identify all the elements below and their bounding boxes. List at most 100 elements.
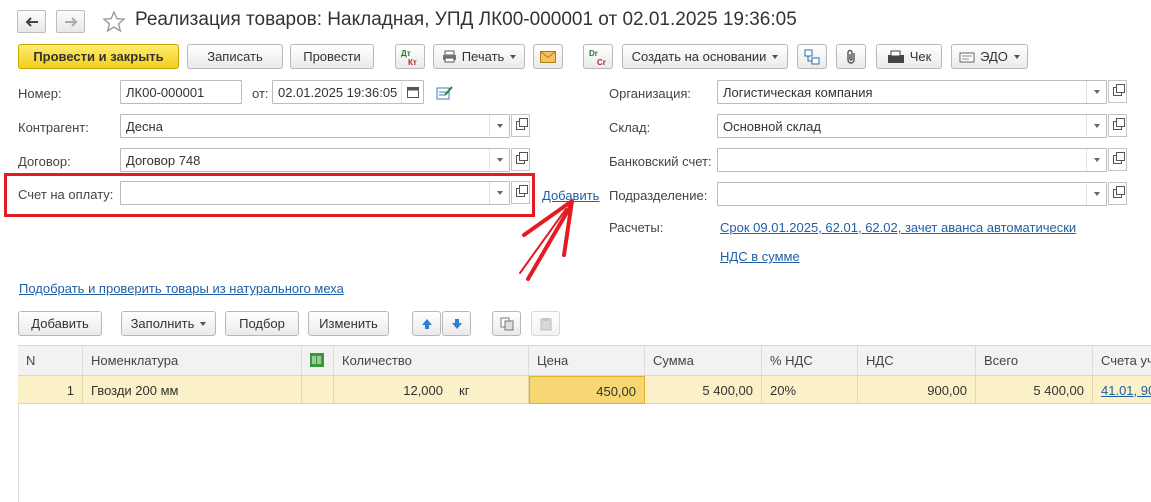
dt-kt-icon: Дт Кт [401,49,417,66]
contract-open-button[interactable] [511,148,530,171]
division-field[interactable] [717,182,1107,206]
check-button[interactable]: Чек [876,44,942,69]
copy-rows-button[interactable] [492,311,521,336]
bank-account-dropdown[interactable] [1086,149,1106,171]
move-up-button[interactable] [412,311,441,336]
number-field[interactable]: ЛК00-000001 [120,80,242,104]
arrow-up-icon [421,318,432,329]
selection-button[interactable]: Подбор [225,311,299,336]
col-price[interactable]: Цена [529,345,645,376]
bank-account-open-button[interactable] [1108,148,1127,171]
calendar-icon [406,87,419,98]
pick-fur-goods-link[interactable]: Подобрать и проверить товары из натураль… [19,281,344,296]
organization-field[interactable]: Логистическая компания [717,80,1107,104]
division-open-button[interactable] [1108,182,1127,205]
date-field[interactable]: 02.01.2025 19:36:05 [272,80,424,104]
paste-icon [540,317,551,330]
open-icon [1113,152,1125,164]
paste-rows-button[interactable] [531,311,560,336]
row-unit[interactable]: кг [451,376,529,404]
edo-label: ЭДО [980,49,1008,64]
row-quantity[interactable]: 12,000 [334,376,451,404]
col-vat[interactable]: НДС [858,345,976,376]
create-based-on-button[interactable]: Создать на основании [622,44,788,69]
table-add-button[interactable]: Добавить [18,311,102,336]
warehouse-field[interactable]: Основной склад [717,114,1107,138]
settlements-link[interactable]: Срок 09.01.2025, 62.01, 62.02, зачет ава… [720,220,1076,235]
col-accounts[interactable]: Счета уч [1093,345,1151,376]
window-title: Реализация товаров: Накладная, УПД ЛК00-… [135,9,797,30]
save-button[interactable]: Записать [187,44,283,69]
paperclip-icon [847,49,855,64]
post-and-close-button[interactable]: Провести и закрыть [18,44,179,69]
edo-button[interactable]: ЭДО [951,44,1028,69]
document-structure-icon [804,49,820,64]
back-button[interactable] [17,10,46,33]
row-vat[interactable]: 900,00 [858,376,976,404]
contract-field[interactable]: Договор 748 [120,148,510,172]
contractor-open-button[interactable] [511,114,530,137]
row-accounts[interactable]: 41.01, 90 [1093,376,1151,404]
edit-number-icon[interactable] [436,84,454,101]
arrow-right-icon [64,16,77,27]
col-marking[interactable] [302,345,334,376]
date-label: от: [252,86,269,101]
barcode-icon [310,353,324,367]
edo-icon [959,52,975,62]
organization-dropdown[interactable] [1086,81,1106,103]
vat-in-sum-link[interactable]: НДС в сумме [720,249,800,264]
star-icon[interactable] [102,10,126,33]
col-vat-rate[interactable]: % НДС [762,345,858,376]
division-dropdown[interactable] [1086,183,1106,205]
row-total[interactable]: 5 400,00 [976,376,1093,404]
row-price[interactable]: 450,00 [529,376,645,404]
structure-button[interactable] [797,44,827,69]
check-label: Чек [909,49,932,64]
row-item[interactable]: Гвозди 200 мм [83,376,302,404]
warehouse-value: Основной склад [723,119,821,134]
svg-text:Кт: Кт [408,58,417,66]
warehouse-open-button[interactable] [1108,114,1127,137]
row-sum[interactable]: 5 400,00 [645,376,762,404]
col-nomenclature[interactable]: Номенклатура [83,345,302,376]
col-n[interactable]: N [18,345,83,376]
contract-dropdown[interactable] [489,149,509,171]
arrow-down-icon [451,318,462,329]
bank-account-field[interactable] [717,148,1107,172]
settlements-label: Расчеты: [609,220,664,235]
warehouse-dropdown[interactable] [1086,115,1106,137]
attach-files-button[interactable] [836,44,866,69]
dr-cr-report-button[interactable]: Dr Cr [583,44,613,69]
copy-icon [500,317,513,330]
division-label: Подразделение: [609,188,708,203]
send-email-button[interactable] [533,44,563,69]
col-quantity[interactable]: Количество [334,345,529,376]
row-vat-rate[interactable]: 20% [762,376,858,404]
contractor-label: Контрагент: [18,120,89,135]
organization-label: Организация: [609,86,692,101]
move-down-button[interactable] [442,311,471,336]
contract-value: Договор 748 [126,153,201,168]
date-value: 02.01.2025 19:36:05 [278,85,398,100]
contractor-field[interactable]: Десна [120,114,510,138]
table-body-empty [18,404,1151,502]
open-icon [1113,118,1125,130]
svg-text:Cr: Cr [597,58,606,66]
fill-button[interactable]: Заполнить [121,311,216,336]
organization-open-button[interactable] [1108,80,1127,103]
highlight-box [4,173,535,217]
print-button[interactable]: Печать [433,44,525,69]
open-icon [516,152,528,164]
forward-button[interactable] [56,10,85,33]
dt-kt-report-button[interactable]: Дт Кт [395,44,425,69]
contractor-dropdown[interactable] [489,115,509,137]
post-button[interactable]: Провести [290,44,374,69]
number-label: Номер: [18,86,62,101]
svg-text:Dr: Dr [589,49,598,58]
change-button[interactable]: Изменить [308,311,389,336]
open-icon [516,118,528,130]
col-total[interactable]: Всего [976,345,1093,376]
calendar-button[interactable] [401,81,423,103]
col-sum[interactable]: Сумма [645,345,762,376]
arrow-left-icon [25,16,38,27]
